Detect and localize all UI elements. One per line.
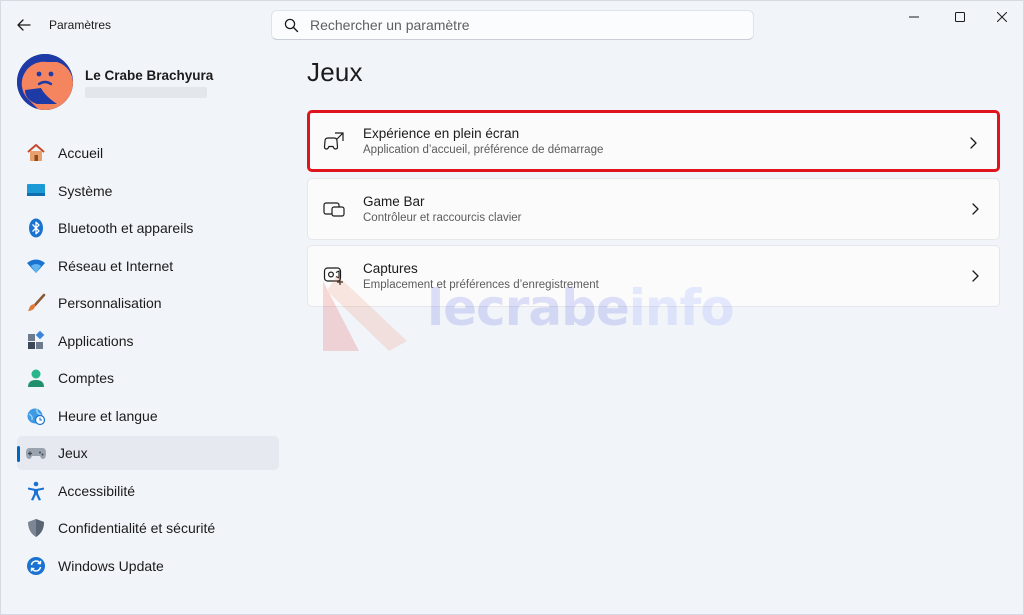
sidebar-item-label: Système bbox=[58, 182, 113, 199]
accessibility-icon bbox=[25, 480, 47, 502]
chevron-right-icon bbox=[970, 137, 977, 149]
sidebar-item-windows-update[interactable]: Windows Update bbox=[17, 549, 279, 583]
crab-avatar-icon bbox=[17, 54, 73, 110]
chevron-right-icon bbox=[972, 202, 979, 215]
minimize-icon bbox=[909, 16, 919, 18]
arrow-left-icon bbox=[17, 19, 31, 31]
card-title: Game Bar bbox=[363, 193, 425, 209]
user-name: Le Crabe Brachyura bbox=[85, 68, 214, 83]
bluetooth-icon bbox=[25, 217, 47, 239]
person-icon bbox=[25, 367, 47, 389]
fullscreen-gamepad-icon bbox=[323, 130, 345, 152]
sidebar-item-label: Windows Update bbox=[58, 557, 164, 574]
card-subtitle: Emplacement et préférences d’enregistrem… bbox=[363, 279, 599, 291]
globe-clock-icon bbox=[25, 405, 47, 427]
shield-icon bbox=[25, 517, 47, 539]
avatar[interactable] bbox=[17, 54, 73, 110]
sidebar-item-systeme[interactable]: Système bbox=[17, 174, 279, 208]
gamepad-icon bbox=[25, 442, 47, 464]
search-input[interactable] bbox=[310, 17, 710, 33]
sidebar-item-reseau[interactable]: Réseau et Internet bbox=[17, 249, 279, 283]
search-box[interactable] bbox=[271, 10, 754, 40]
chevron-right-icon bbox=[972, 270, 979, 282]
capture-icon bbox=[323, 265, 345, 287]
settings-window: Paramètres Rechercher un paramètre Le Cr… bbox=[0, 0, 1024, 615]
page-title: Jeux bbox=[307, 57, 363, 87]
user-email-redacted bbox=[85, 87, 207, 98]
sidebar-nav: Accueil Système Bluetooth et appareils R… bbox=[17, 136, 279, 586]
sidebar-item-accueil[interactable]: Accueil bbox=[17, 136, 279, 170]
title-bar: Paramètres bbox=[1, 1, 1024, 49]
sidebar-item-confidentialite[interactable]: Confidentialité et sécurité bbox=[17, 511, 279, 545]
sidebar-item-jeux[interactable]: Jeux bbox=[17, 436, 279, 470]
card-captures[interactable]: Captures Emplacement et préférences d’en… bbox=[307, 245, 1000, 307]
display-icon bbox=[25, 180, 47, 202]
sidebar-item-label: Réseau et Internet bbox=[58, 257, 174, 274]
sidebar-item-heure-langue[interactable]: Heure et langue bbox=[17, 399, 279, 433]
card-title: Expérience en plein écran bbox=[363, 126, 520, 141]
settings-card-list: Expérience en plein écran Application d’… bbox=[307, 110, 1000, 313]
home-icon bbox=[25, 142, 47, 164]
close-icon bbox=[997, 12, 1007, 22]
sidebar-item-accessibilite[interactable]: Accessibilité bbox=[17, 474, 279, 508]
card-title: Captures bbox=[363, 261, 418, 276]
sidebar-item-label: Accueil bbox=[58, 145, 104, 161]
game-bar-icon bbox=[323, 198, 345, 220]
update-icon bbox=[25, 555, 47, 577]
sidebar-item-label: Applications bbox=[58, 332, 134, 349]
search-icon bbox=[284, 17, 300, 33]
card-subtitle: Application d’accueil, préférence de dém… bbox=[363, 144, 604, 156]
sidebar-item-personnalisation[interactable]: Personnalisation bbox=[17, 286, 279, 320]
apps-icon bbox=[25, 330, 47, 352]
card-game-bar[interactable]: Game Bar Contrôleur et raccourcis clavie… bbox=[307, 177, 1000, 240]
back-button[interactable] bbox=[11, 13, 37, 37]
minimize-button[interactable] bbox=[891, 1, 937, 33]
sidebar-item-label: Bluetooth et appareils bbox=[58, 220, 194, 236]
sidebar-item-label: Comptes bbox=[58, 370, 115, 386]
maximize-button[interactable] bbox=[937, 1, 983, 33]
close-button[interactable] bbox=[979, 1, 1024, 33]
sidebar-item-label: Confidentialité et sécurité bbox=[58, 520, 216, 536]
maximize-icon bbox=[955, 12, 965, 22]
sidebar-item-label: Heure et langue bbox=[58, 407, 158, 424]
sidebar-item-bluetooth[interactable]: Bluetooth et appareils bbox=[17, 211, 279, 245]
sidebar-item-label: Jeux bbox=[58, 445, 88, 461]
sidebar-item-applications[interactable]: Applications bbox=[17, 324, 279, 358]
sidebar-item-comptes[interactable]: Comptes bbox=[17, 361, 279, 395]
sidebar-item-label: Personnalisation bbox=[58, 295, 162, 311]
brush-icon bbox=[25, 292, 47, 314]
card-subtitle: Contrôleur et raccourcis clavier bbox=[363, 211, 522, 224]
sidebar-item-label: Accessibilité bbox=[58, 482, 136, 499]
app-title: Paramètres bbox=[49, 18, 112, 32]
card-experience-plein-ecran[interactable]: Expérience en plein écran Application d’… bbox=[307, 110, 1000, 172]
wifi-icon bbox=[25, 255, 47, 277]
